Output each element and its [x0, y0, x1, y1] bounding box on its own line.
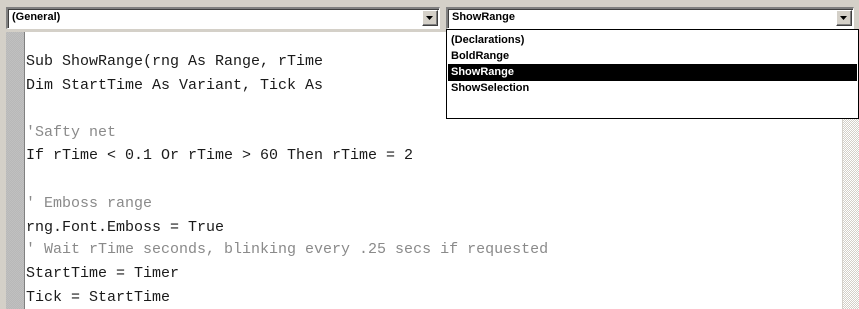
- object-combo-dropdown-button[interactable]: [422, 10, 438, 26]
- procedure-combo-value: ShowRange: [452, 11, 515, 23]
- code-line[interactable]: If rTime < 0.1 Or rTime > 60 Then rTime …: [26, 146, 413, 166]
- code-comment-line[interactable]: ' Emboss range: [26, 194, 152, 214]
- object-combo-value: (General): [12, 11, 61, 23]
- code-line[interactable]: Tick = StartTime: [26, 288, 170, 308]
- procedure-dropdown-list[interactable]: (Declarations) BoldRange ShowRange ShowS…: [446, 29, 859, 119]
- chevron-down-icon: [426, 16, 433, 20]
- vba-code-window: (General) ShowRange Sub ShowRange(rng As…: [0, 0, 859, 309]
- procedure-list-item[interactable]: (Declarations): [448, 32, 857, 49]
- object-combo[interactable]: (General): [6, 7, 440, 29]
- code-line[interactable]: Sub ShowRange(rng As Range, rTime: [26, 52, 323, 72]
- procedure-combo-dropdown-button[interactable]: [836, 10, 852, 26]
- procedure-combo[interactable]: ShowRange: [446, 7, 854, 29]
- code-line[interactable]: Dim StartTime As Variant, Tick As: [26, 76, 323, 96]
- code-comment-line[interactable]: ' Wait rTime seconds, blinking every .25…: [26, 240, 548, 260]
- chevron-down-icon: [840, 16, 847, 20]
- code-comment-line[interactable]: 'Safty net: [26, 123, 116, 143]
- procedure-list-item[interactable]: BoldRange: [448, 48, 857, 65]
- procedure-list-item[interactable]: ShowSelection: [448, 80, 857, 97]
- procedure-list-item-selected[interactable]: ShowRange: [448, 64, 857, 81]
- margin-indicator-bar[interactable]: [6, 32, 25, 309]
- code-line[interactable]: rng.Font.Emboss = True: [26, 218, 224, 238]
- code-line[interactable]: StartTime = Timer: [26, 264, 179, 284]
